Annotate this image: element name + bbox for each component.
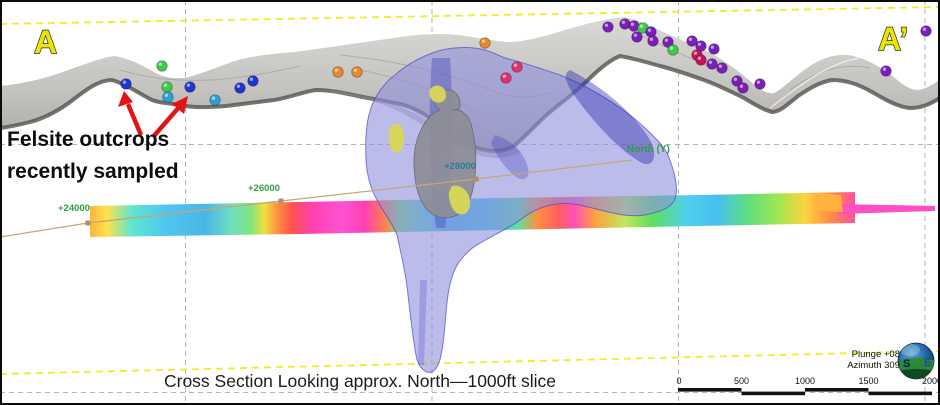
sample-point-pink xyxy=(512,62,523,73)
compass-letter-s: S xyxy=(903,358,910,370)
sample-point-highlight xyxy=(740,85,743,88)
sample-point-highlight xyxy=(212,97,215,100)
sample-point-highlight xyxy=(640,25,643,28)
sample-point-highlight xyxy=(883,68,886,71)
compass-globe-icon[interactable]: S E xyxy=(896,343,936,380)
cross-section-graphics: A A’ 0 500 1000 1500 2000 xyxy=(0,0,940,405)
sample-point-purple xyxy=(707,59,718,70)
sample-point-highlight xyxy=(159,62,162,65)
sample-point-purple xyxy=(738,83,749,94)
sample-point-pink xyxy=(501,73,512,84)
sample-point-orange xyxy=(480,38,491,49)
sample-point-highlight xyxy=(187,84,190,87)
sample-point-highlight xyxy=(123,81,126,84)
azimuth-label: Azimuth 309 xyxy=(770,361,900,372)
felsite-annotation-line2: recently sampled xyxy=(7,160,179,184)
sample-point-highlight xyxy=(665,39,668,42)
scale-tick-2000: 2000 xyxy=(922,376,940,386)
sample-point-highlight xyxy=(694,52,697,55)
sample-point-highlight xyxy=(503,75,506,78)
sample-point-purple xyxy=(632,32,643,43)
sample-point-highlight xyxy=(622,21,625,24)
sample-point-highlight xyxy=(698,57,701,60)
sample-point-highlight xyxy=(719,65,722,68)
sample-point-blue xyxy=(121,79,132,90)
axis-tick-26000: +26000 xyxy=(248,183,280,194)
sample-point-crimson xyxy=(696,55,707,66)
sample-point-green xyxy=(157,61,168,72)
scale-tick-500: 500 xyxy=(734,376,749,386)
sample-point-highlight xyxy=(605,24,608,27)
felsite-annotation-line1: Felsite outcrops xyxy=(7,128,169,152)
sample-point-purple xyxy=(648,36,659,47)
sample-point-purple xyxy=(717,63,728,74)
sample-point-highlight xyxy=(335,69,338,72)
view-orientation-label: Plunge +08 Azimuth 309 xyxy=(770,350,900,371)
sample-point-highlight xyxy=(237,85,240,88)
section-label-a: A xyxy=(34,24,57,60)
sample-point-highlight xyxy=(757,81,760,84)
sample-point-highlight xyxy=(670,47,673,50)
felsite-model-body xyxy=(366,48,677,373)
axis-tick-24000: +24000 xyxy=(58,203,90,214)
sample-point-highlight xyxy=(689,38,692,41)
sample-point-cyan xyxy=(210,95,221,106)
compass-letter-e: E xyxy=(924,357,931,369)
sample-point-highlight xyxy=(514,63,517,66)
scale-tick-1500: 1500 xyxy=(858,376,878,386)
axis-tick-28000: +28000 xyxy=(444,161,476,172)
sample-point-highlight xyxy=(709,61,712,64)
sample-point-highlight xyxy=(482,40,485,43)
sample-point-highlight xyxy=(650,38,653,41)
sample-point-highlight xyxy=(711,46,714,49)
sample-point-purple xyxy=(881,66,892,77)
sample-point-orange xyxy=(352,67,363,78)
sample-point-highlight xyxy=(734,78,737,81)
sample-point-purple xyxy=(603,22,614,33)
sample-point-purple xyxy=(921,26,932,37)
sample-point-orange xyxy=(333,67,344,78)
sample-point-green xyxy=(162,82,173,93)
sample-point-blue xyxy=(185,82,196,93)
cross-section-figure: A A’ 0 500 1000 1500 2000 xyxy=(0,0,940,405)
section-label-a-prime: A’ xyxy=(878,21,908,57)
sample-point-purple xyxy=(755,79,766,90)
sample-point-highlight xyxy=(354,69,357,72)
sample-point-highlight xyxy=(164,84,167,87)
sample-point-blue xyxy=(248,76,259,87)
sample-point-green xyxy=(668,45,679,56)
sample-point-highlight xyxy=(250,78,253,81)
sample-point-highlight xyxy=(631,23,634,26)
sample-point-blue xyxy=(235,83,246,94)
plunge-label: Plunge +08 xyxy=(770,350,900,361)
section-caption: Cross Section Looking approx. North—1000… xyxy=(0,371,720,392)
sample-point-highlight xyxy=(634,34,637,37)
axis-label-north-y: North (Y) xyxy=(627,144,670,155)
sample-point-highlight xyxy=(923,28,926,31)
sample-point-highlight xyxy=(165,94,168,97)
sample-point-cyan xyxy=(163,92,174,103)
sample-point-purple xyxy=(709,44,720,55)
sample-point-highlight xyxy=(648,29,651,32)
sample-point-highlight xyxy=(698,43,701,46)
slice-tail xyxy=(838,204,935,214)
scale-tick-1000: 1000 xyxy=(795,376,815,386)
